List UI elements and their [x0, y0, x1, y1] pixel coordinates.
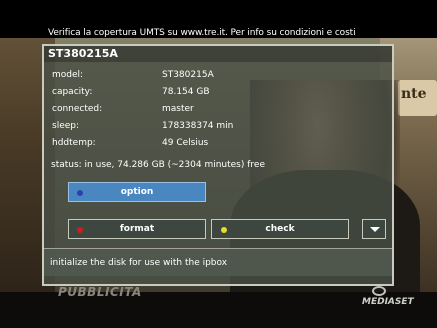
- format-button[interactable]: format: [68, 219, 206, 239]
- check-button-label: check: [265, 224, 295, 234]
- info-value: 78.154 GB: [162, 87, 210, 97]
- info-label: sleep:: [52, 121, 80, 131]
- mediaset-watermark: MEDIASET: [362, 297, 414, 307]
- info-value: ST380215A: [162, 70, 214, 80]
- more-options-button[interactable]: [362, 219, 386, 239]
- top-banner: Verifica la copertura UMTS su www.tre.it…: [0, 0, 437, 38]
- chevron-down-icon: [370, 227, 380, 232]
- mediaset-logo-icon: [372, 286, 386, 296]
- info-label: connected:: [52, 104, 103, 114]
- info-value: 49 Celsius: [162, 138, 209, 148]
- info-value: master: [162, 104, 194, 114]
- banner-text: Verifica la copertura UMTS su www.tre.it…: [48, 28, 356, 38]
- info-label: model:: [52, 70, 84, 80]
- pubblicita-watermark: PUBBLICITA: [58, 285, 142, 299]
- option-button[interactable]: option: [68, 182, 206, 202]
- info-value: 178338374 min: [162, 121, 234, 131]
- format-button-label: format: [119, 224, 155, 234]
- check-button[interactable]: check: [211, 219, 349, 239]
- background-sign-text: nte: [401, 86, 427, 102]
- help-text: initialize the disk for use with the ipb…: [50, 258, 228, 268]
- info-label: capacity:: [52, 87, 93, 97]
- option-button-label: option: [120, 187, 154, 197]
- panel-title: ST380215A: [48, 47, 118, 60]
- disk-status: status: in use, 74.286 GB (~2304 minutes…: [51, 160, 265, 170]
- info-label: hddtemp:: [52, 138, 96, 148]
